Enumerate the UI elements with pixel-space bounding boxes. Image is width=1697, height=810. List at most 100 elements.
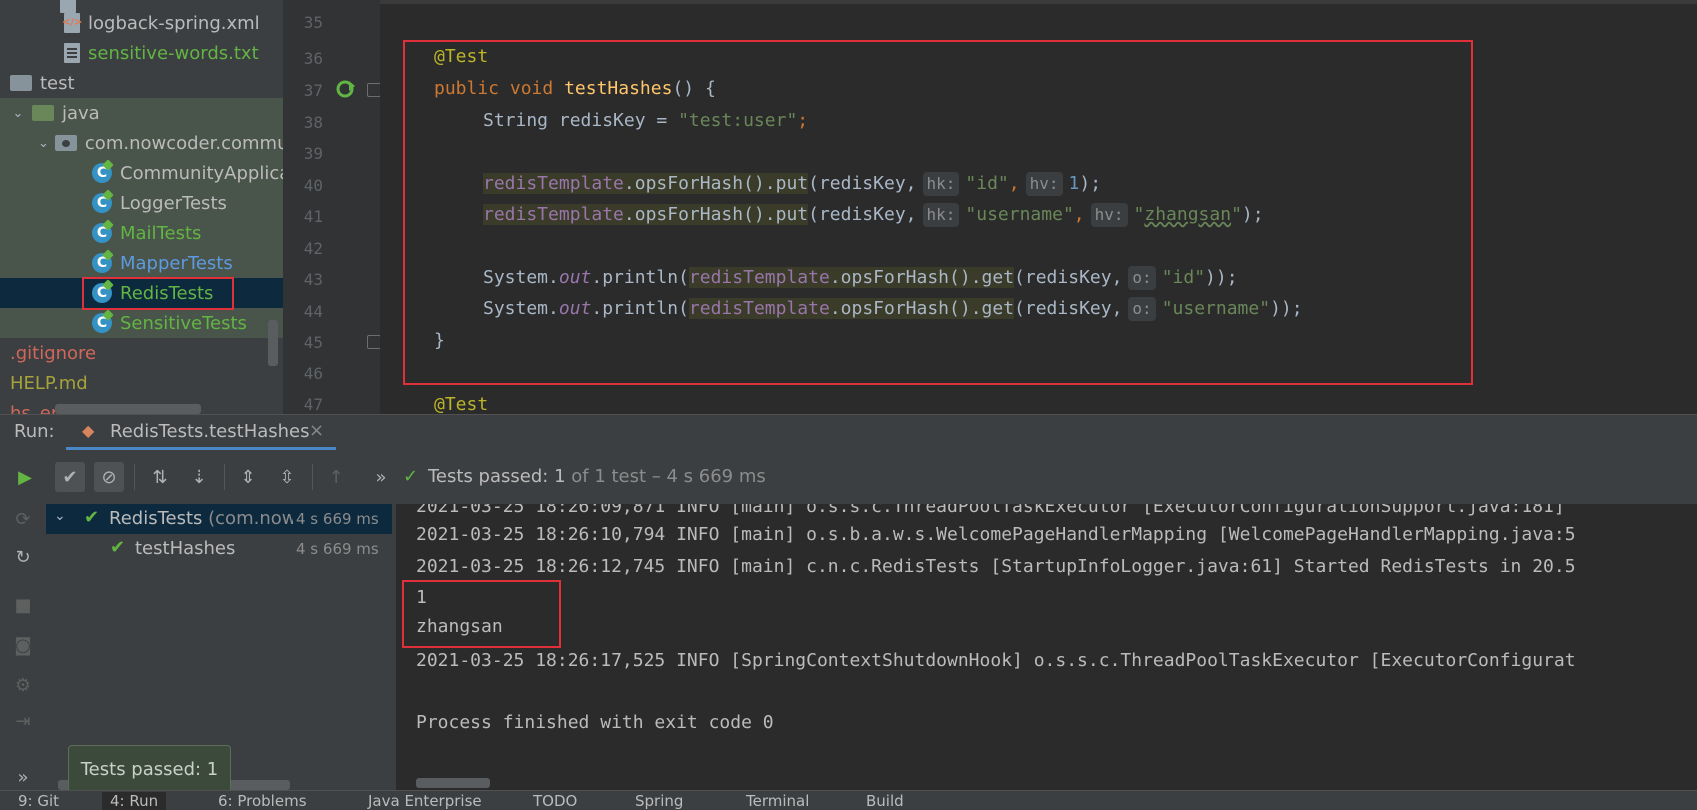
chevron-down-icon[interactable]: ⌄ — [54, 508, 66, 524]
console-line: Process finished with exit code 0 — [416, 712, 774, 733]
tree-item-java-folder[interactable]: ⌄ java — [0, 98, 283, 128]
test-duration: 4 s 669 ms — [293, 510, 379, 528]
line-number: 46 — [303, 364, 323, 383]
test-name: RedisTests (com.nowco — [109, 508, 318, 529]
tree-item-mappertests[interactable]: C MapperTests — [0, 248, 283, 278]
check-icon: ✔ — [84, 507, 100, 528]
tree-item-sensitive-words[interactable]: sensitive-words.txt — [0, 38, 283, 68]
tree-item-label: com.nowcoder.commu — [84, 132, 283, 154]
line-number: 40 — [303, 176, 323, 195]
line-number: 45 — [303, 333, 323, 352]
tree-item-label: HELP.md — [10, 372, 88, 394]
test-class-icon: C — [92, 253, 112, 273]
camera-icon[interactable]: ◙ — [8, 630, 38, 660]
exit-icon[interactable]: ⇥ — [8, 706, 38, 736]
xml-file-icon — [62, 13, 82, 33]
chevron-down-icon[interactable]: ⌄ — [38, 136, 49, 151]
line-number: 37 — [303, 81, 323, 100]
run-tool-header: Run: ◆ RedisTests.testHashes × — [0, 414, 1697, 450]
show-passed-icon[interactable]: ✔ — [55, 462, 85, 492]
run-toolbar: ▶ ✔ ⊘ ⇅ ⇣ ⇕ ⇳ ↑ » ✓ Tests passed: 1 of 1… — [0, 450, 1697, 504]
tree-hscrollbar[interactable] — [55, 404, 201, 414]
tree-item-label: SensitiveTests — [120, 312, 247, 334]
more-icon[interactable]: » — [8, 762, 38, 792]
toolbar-separator — [312, 464, 313, 490]
run-test-gutter-icon[interactable] — [335, 78, 357, 100]
tool-tab-todo[interactable]: TODO — [533, 792, 577, 810]
check-icon: ✓ — [403, 466, 419, 487]
line-number: 43 — [303, 270, 323, 289]
tool-tab-problems[interactable]: 6: Problems — [218, 792, 307, 810]
tree-item-label: LoggerTests — [120, 192, 227, 214]
check-icon: ✔ — [110, 537, 126, 558]
fold-icon[interactable] — [367, 335, 381, 349]
package-icon — [54, 135, 77, 151]
run-side-toolbar: ⟳ ↻ ■ ◙ ⚙ ⇥ » — [0, 504, 46, 790]
project-tree-panel: logback-spring.xml sensitive-words.txt t… — [0, 0, 283, 414]
sort-alpha-icon[interactable]: ⇅ — [145, 462, 175, 492]
tool-tab-spring[interactable]: Spring — [635, 792, 683, 810]
test-row-testhashes[interactable]: ✔ testHashes 4 s 669 ms — [46, 534, 392, 564]
tree-item-label: .gitignore — [10, 342, 97, 364]
code-line-47: @Test — [434, 394, 489, 414]
tree-item-logback[interactable]: logback-spring.xml — [0, 8, 283, 38]
editor-top-edge — [380, 0, 1697, 4]
tree-item-label: logback-spring.xml — [88, 12, 260, 34]
tree-item-package[interactable]: ⌄ com.nowcoder.commu — [0, 128, 283, 158]
previous-failed-icon[interactable]: ↑ — [321, 462, 351, 492]
tree-item-loggertests[interactable]: C LoggerTests — [0, 188, 283, 218]
tree-item-gitignore[interactable]: .gitignore — [0, 338, 283, 368]
console-output[interactable]: 2021-03-25 18:26:09,871 INFO [main] o.s.… — [396, 504, 1697, 790]
show-ignored-icon[interactable]: ⊘ — [94, 462, 124, 492]
tab-title: RedisTests.testHashes — [110, 421, 310, 442]
console-line: 2021-03-25 18:26:09,871 INFO [main] o.s.… — [416, 504, 1576, 517]
close-icon[interactable]: × — [309, 420, 324, 441]
tree-item-sensitivetests[interactable]: C SensitiveTests — [0, 308, 283, 338]
more-icon[interactable]: » — [366, 462, 396, 492]
chevron-down-icon[interactable]: ⌄ — [10, 106, 26, 121]
tool-tab-terminal[interactable]: Terminal — [746, 792, 809, 810]
line-number: 35 — [303, 13, 323, 32]
tool-tab-build[interactable]: Build — [866, 792, 904, 810]
line-number: 38 — [303, 113, 323, 132]
rerun-icon[interactable]: ▶ — [10, 462, 40, 492]
tree-item-test-folder[interactable]: test — [0, 68, 283, 98]
tool-tab-run[interactable]: 4: Run — [102, 792, 167, 810]
tree-item-help[interactable]: HELP.md — [0, 368, 283, 398]
test-class-icon: C — [92, 193, 112, 213]
fold-icon[interactable] — [367, 83, 381, 97]
tree-scrollbar[interactable] — [268, 320, 278, 366]
stop-icon[interactable]: ■ — [8, 590, 38, 620]
test-row-redistests[interactable]: ⌄ ✔ RedisTests (com.nowco 4 s 669 ms — [46, 504, 392, 534]
tree-item-label: test — [40, 72, 75, 94]
test-name: testHashes — [135, 538, 236, 559]
tree-item-mailtests[interactable]: C MailTests — [0, 218, 283, 248]
collapse-all-icon[interactable]: ⇳ — [272, 462, 302, 492]
ide-window: { "project_tree": { "items": [ {"label":… — [0, 0, 1697, 810]
settings-icon[interactable]: ⚙ — [8, 670, 38, 700]
toolbar-separator — [134, 464, 135, 490]
run-label: Run: — [14, 421, 55, 442]
highlight-box-redistests — [82, 277, 234, 310]
line-number: 42 — [303, 239, 323, 258]
test-class-icon: C — [92, 313, 112, 333]
line-number: 44 — [303, 302, 323, 321]
test-status: Tests passed: 1 of 1 test – 4 s 669 ms — [428, 466, 766, 487]
tree-item-communityapplication[interactable]: C CommunityApplica — [0, 158, 283, 188]
tool-tab-git[interactable]: 9: Git — [18, 792, 59, 810]
tree-item-label: java — [62, 102, 100, 124]
toggle-auto-test-icon[interactable]: ↻ — [8, 542, 38, 572]
line-number: 41 — [303, 207, 323, 226]
editor-gutter: 35 36 37 38 39 40 41 42 43 44 45 46 47 — [283, 0, 381, 414]
sort-duration-icon[interactable]: ⇣ — [184, 462, 214, 492]
tree-item-label: sensitive-words.txt — [88, 42, 259, 64]
console-hscrollbar[interactable] — [416, 778, 490, 788]
tree-item-label: MailTests — [120, 222, 202, 244]
expand-all-icon[interactable]: ⇕ — [233, 462, 263, 492]
tab-redistests-testhashes[interactable]: ◆ RedisTests.testHashes × — [66, 415, 336, 450]
rerun-failed-icon[interactable]: ⟳ — [8, 504, 38, 534]
tree-item-label: CommunityApplica — [120, 162, 283, 184]
test-duration: 4 s 669 ms — [296, 540, 379, 558]
test-class-icon: C — [92, 163, 112, 183]
tool-tab-java-enterprise[interactable]: Java Enterprise — [368, 792, 482, 810]
